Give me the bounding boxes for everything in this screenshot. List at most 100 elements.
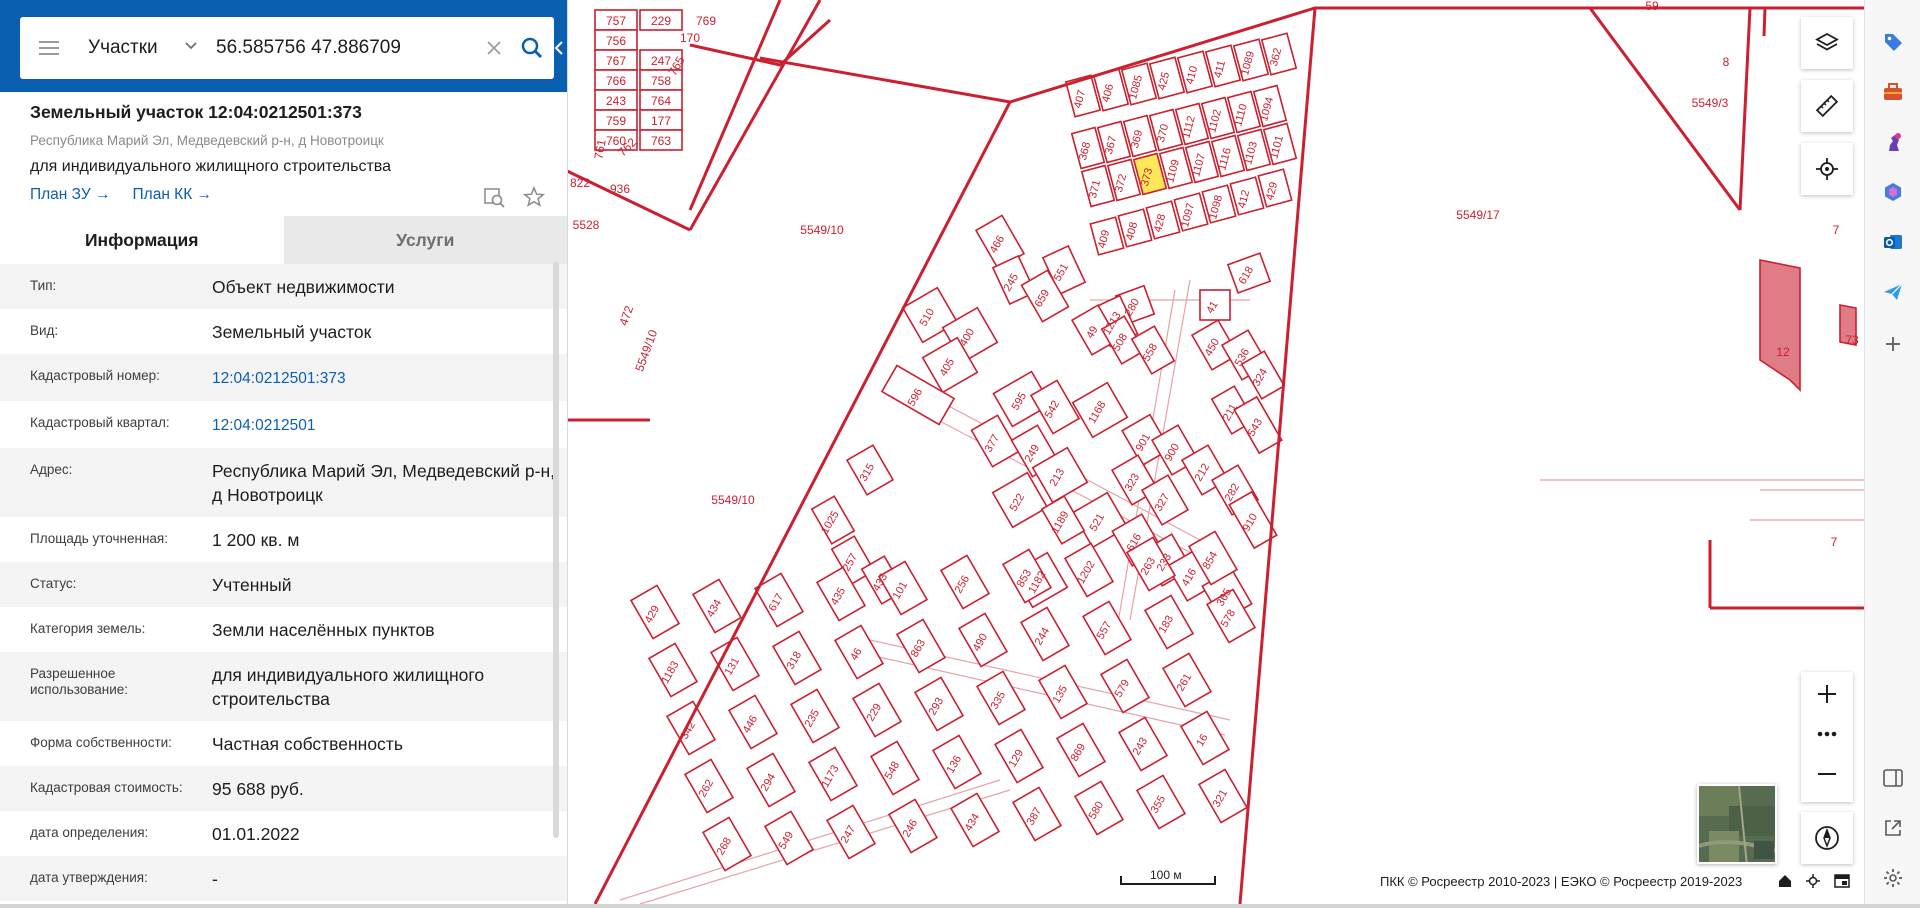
region-label: 8 [1723, 55, 1730, 69]
parcel-label: 229 [651, 14, 671, 28]
info-value: 01.01.2022 [212, 824, 300, 844]
tag-icon[interactable] [1879, 28, 1907, 56]
region-label: 5549/3 [1692, 96, 1729, 110]
boundary-line [688, 0, 822, 231]
sidebar-toggle-icon[interactable] [1879, 764, 1907, 792]
parcel-label: 243 [606, 94, 626, 108]
region-label: 5549/10 [632, 328, 660, 374]
scale-label: 100 м [1150, 868, 1182, 882]
info-value: Земли населённых пунктов [212, 620, 435, 640]
info-value-link[interactable]: 12:04:0212501 [212, 401, 567, 448]
chevron-left-icon[interactable] [551, 17, 567, 79]
info-value: Учтенный [212, 575, 292, 595]
tab-services[interactable]: Услуги [283, 216, 567, 264]
info-row: Вид: Земельный участок [0, 309, 567, 354]
info-label: Форма собственности: [30, 735, 172, 750]
home-icon[interactable] [1778, 874, 1792, 893]
region-label: 822 [570, 176, 590, 190]
boundary-line [1762, 7, 1767, 37]
info-value: Республика Марий Эл, Медведевский р-н, д… [212, 461, 555, 505]
map-attribution: ПКК © Росреестр 2010-2023 | ЕЭКО © Росре… [1380, 874, 1743, 889]
parcel-label: 757 [606, 14, 626, 28]
ruler-icon[interactable] [1801, 80, 1853, 132]
info-label: Адрес: [30, 462, 73, 477]
crosshair-icon[interactable] [1801, 143, 1853, 195]
minimap[interactable] [1697, 784, 1777, 864]
chevron-down-icon [185, 42, 197, 50]
parcel-label: 170 [680, 31, 700, 45]
region-label: 12 [1776, 345, 1790, 359]
info-row: Категория земель: Земли населённых пункто… [0, 607, 567, 652]
info-label: Статус: [30, 576, 77, 591]
info-row: дата определения: 01.01.2022 [0, 811, 567, 856]
region-label: 5549/10 [800, 223, 844, 237]
info-row: Площадь уточненная: 1 200 кв. м [0, 517, 567, 562]
compass-icon[interactable] [1801, 812, 1853, 864]
copilot-icon[interactable] [1879, 178, 1907, 206]
parcel-label: 756 [606, 34, 626, 48]
minus-icon[interactable] [1801, 752, 1853, 796]
info-label: Площадь уточненная: [30, 531, 168, 546]
info-panel: Участки Земельный участок 12:04:0212501:… [0, 0, 568, 904]
parcel-address: Республика Марий Эл, Медведевский р-н, д… [30, 133, 384, 148]
add-icon[interactable] [1879, 330, 1907, 358]
info-value: Объект недвижимости [212, 277, 395, 297]
info-value: Земельный участок [212, 322, 372, 342]
parcel-header: Земельный участок 12:04:0212501:373 Респ… [0, 92, 567, 216]
filled-parcel[interactable] [1759, 259, 1801, 392]
parcel-label: 759 [606, 114, 626, 128]
outlook-icon[interactable] [1879, 228, 1907, 256]
external-link-icon[interactable] [1879, 814, 1907, 842]
plan-zu-link[interactable]: План ЗУ → [30, 186, 111, 204]
screen-icon[interactable] [1834, 874, 1850, 893]
info-label: Кадастровая стоимость: [30, 780, 183, 795]
info-table: Тип: Объект недвижимости Вид: Земельный уча… [0, 264, 567, 901]
close-icon[interactable] [478, 17, 510, 79]
search-bar: Участки [20, 17, 554, 79]
browser-sidebar [1864, 0, 1920, 908]
info-row: Тип: Объект недвижимости [0, 264, 567, 309]
info-value: - [212, 869, 218, 889]
info-row: Разрешенное использование: для индивидуал… [0, 652, 567, 721]
search-input[interactable] [206, 17, 478, 79]
search-header: Участки [0, 0, 567, 92]
info-label: Кадастровый квартал: [30, 415, 170, 430]
toolbox-icon[interactable] [1879, 78, 1907, 106]
boundary-line [1738, 7, 1752, 211]
info-row: Форма собственности: Частная собственност… [0, 721, 567, 766]
parcel-label: 177 [651, 114, 671, 128]
target-icon[interactable] [1806, 874, 1820, 893]
info-row: Кадастровая стоимость: 95 688 руб. [0, 766, 567, 811]
info-value-link[interactable]: 12:04:0212501:373 [212, 354, 567, 401]
parcel-title: Земельный участок 12:04:0212501:373 [30, 102, 362, 122]
layers-icon[interactable] [1801, 17, 1853, 69]
plan-kk-link[interactable]: План КК → [133, 186, 213, 204]
info-value: Частная собственность [212, 734, 403, 754]
info-label: дата утверждения: [30, 870, 148, 885]
more-dots-icon[interactable] [1801, 716, 1853, 752]
settings-icon[interactable] [1879, 864, 1907, 892]
parcel-label: 769 [696, 14, 716, 28]
preview-search-icon[interactable] [483, 186, 505, 213]
region-label: 936 [610, 182, 630, 196]
region-label: 472 [616, 304, 636, 328]
boundary-line [563, 180, 650, 422]
region-label: 7 [1833, 223, 1840, 237]
send-icon[interactable] [1879, 278, 1907, 306]
star-icon[interactable] [522, 186, 546, 213]
search-icon[interactable] [510, 17, 554, 79]
region-label: 5549/10 [711, 493, 755, 507]
info-label: Тип: [30, 278, 57, 293]
hamburger-icon[interactable] [20, 17, 78, 79]
plus-icon[interactable] [1801, 672, 1853, 716]
info-value: 1 200 кв. м [212, 530, 300, 550]
tab-information[interactable]: Информация [0, 216, 284, 264]
info-label: дата определения: [30, 825, 149, 840]
chess-icon[interactable] [1879, 128, 1907, 156]
parcel-label: 764 [651, 94, 671, 108]
panel-scrollbar[interactable] [553, 262, 559, 838]
layer-select[interactable]: Участки [78, 17, 206, 79]
parcel-label: 767 [606, 54, 626, 68]
info-row: Статус: Учтенный [0, 562, 567, 607]
region-label: 5549/17 [1456, 208, 1500, 222]
